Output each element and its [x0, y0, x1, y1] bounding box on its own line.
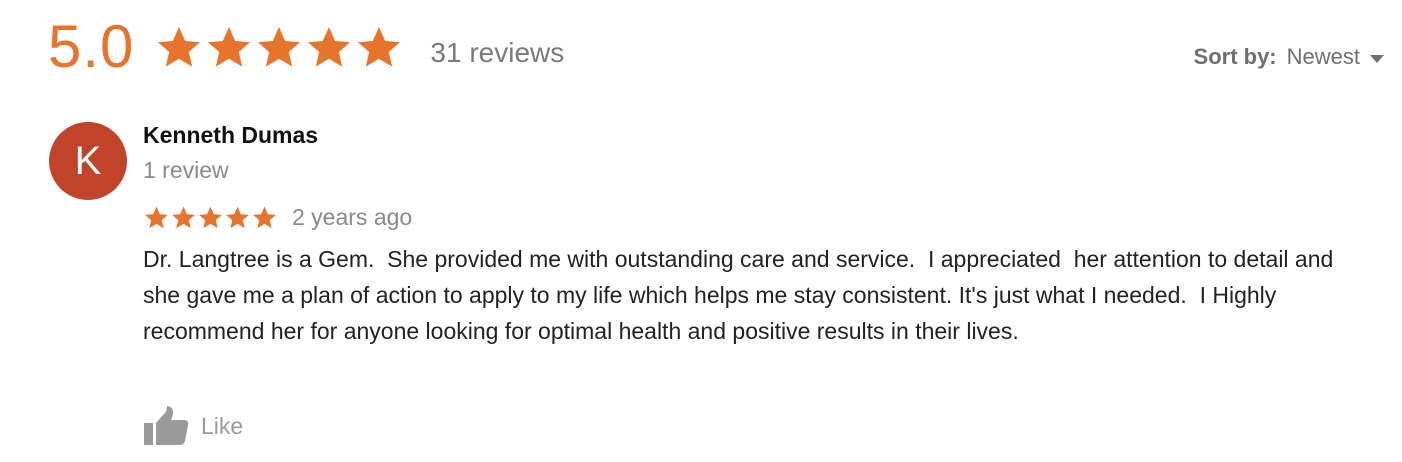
review-date: 2 years ago	[292, 204, 413, 230]
star-icon	[226, 206, 249, 228]
reviews-widget: 5.0 31 reviews Sort by: Newest K Kenneth…	[0, 0, 1402, 462]
star-icon	[172, 206, 195, 228]
average-rating: 5.0	[48, 13, 135, 80]
sort-label: Sort by:	[1193, 44, 1277, 69]
star-icon	[145, 206, 168, 228]
caret-down-icon[interactable]	[1370, 54, 1384, 63]
total-review-count: 31 reviews	[430, 37, 565, 68]
star-icon	[253, 206, 276, 228]
review-meta: 2 years ago	[143, 204, 412, 231]
thumbs-up-icon[interactable]	[143, 405, 189, 447]
avatar[interactable]: K	[49, 122, 127, 200]
rating-summary: 5.0 31 reviews	[48, 14, 564, 80]
star-icon	[158, 27, 201, 67]
star-icon	[308, 27, 351, 67]
average-rating-stars	[154, 24, 404, 72]
sort-selected-value[interactable]: Newest	[1287, 44, 1360, 70]
review-text: Dr. Langtree is a Gem. She provided me w…	[143, 246, 1340, 344]
avatar-letter: K	[74, 139, 102, 183]
reviewer-review-count: 1 review	[143, 157, 229, 183]
like-button[interactable]: Like	[143, 405, 243, 447]
star-icon	[208, 27, 251, 67]
like-label[interactable]: Like	[201, 413, 243, 440]
review-rating-stars	[143, 205, 278, 231]
star-icon	[199, 206, 222, 228]
star-icon	[258, 27, 301, 67]
reviewer-name[interactable]: Kenneth Dumas	[143, 122, 318, 149]
star-icon	[358, 27, 401, 67]
sort-dropdown[interactable]: Sort by: Newest	[1194, 44, 1384, 70]
